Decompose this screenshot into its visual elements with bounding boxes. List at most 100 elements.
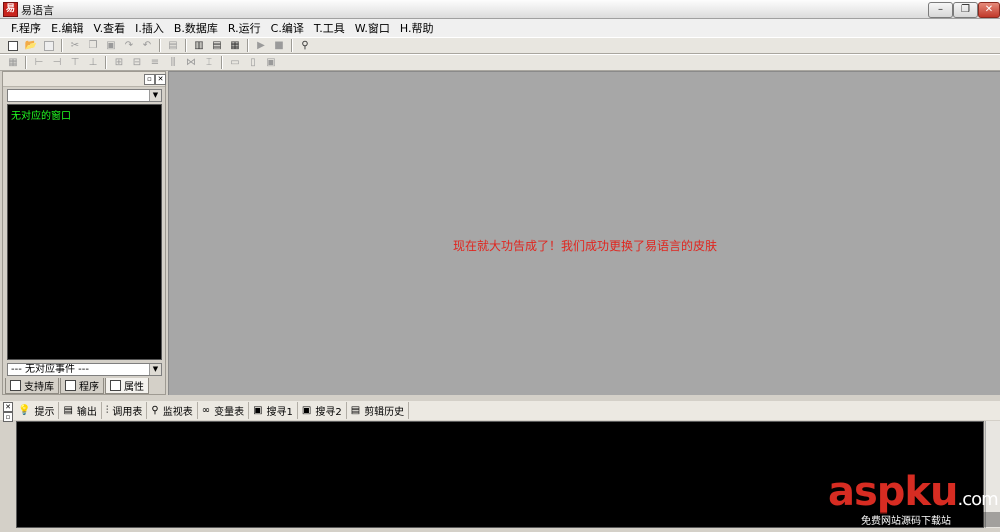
- toolbar-separator: [61, 39, 63, 52]
- toolbar-separator: [247, 39, 249, 52]
- title-bar: 易 易语言 – ❐ ✕: [0, 0, 1000, 19]
- new-file-icon[interactable]: [6, 39, 20, 52]
- event-selector[interactable]: --- 无对应事件 --- ▼: [7, 363, 162, 376]
- app-icon: 易: [3, 2, 18, 17]
- align-left-icon[interactable]: ⊢: [32, 56, 46, 69]
- binoculars-icon[interactable]: ⚲: [298, 39, 312, 52]
- grid-icon[interactable]: ▦: [6, 56, 20, 69]
- redo-icon[interactable]: ↷: [122, 39, 136, 52]
- menu-run[interactable]: R.运行: [223, 20, 266, 36]
- tab-clip-history[interactable]: ▤ 剪辑历史: [347, 402, 410, 419]
- close-button[interactable]: ✕: [978, 2, 1000, 18]
- layout-split-icon[interactable]: ▤: [210, 39, 224, 52]
- main-message: 现在就大功告成了！我们成功更换了易语言的皮肤: [452, 239, 717, 253]
- center-v-icon[interactable]: ⫼: [166, 56, 180, 69]
- menu-bar: F.程序 E.编辑 V.查看 I.插入 B.数据库 R.运行 C.编译 T.工具…: [0, 19, 1000, 37]
- space-h-icon[interactable]: ⋈: [184, 56, 198, 69]
- tab-call-table[interactable]: ⫶ 调用表: [102, 402, 148, 419]
- open-folder-icon[interactable]: 📂: [24, 39, 38, 52]
- menu-view[interactable]: V.查看: [89, 20, 131, 36]
- watermark-tld: .com: [957, 489, 999, 510]
- space-v-icon[interactable]: ⌶: [202, 56, 216, 69]
- chevron-down-icon[interactable]: ▼: [149, 364, 161, 375]
- call-table-icon: ⫶: [105, 405, 109, 416]
- main-workspace[interactable]: 现在就大功告成了！我们成功更换了易语言的皮肤: [168, 71, 1000, 396]
- library-icon: [10, 380, 21, 391]
- tab-properties-label: 属性: [124, 382, 144, 393]
- menu-help[interactable]: H.帮助: [395, 20, 439, 36]
- menu-program[interactable]: F.程序: [6, 20, 46, 36]
- tab-variable-table-label: 变量表: [214, 407, 245, 418]
- tab-output-label: 输出: [76, 407, 97, 418]
- properties-icon: [110, 380, 121, 391]
- chevron-down-icon[interactable]: ▼: [149, 90, 161, 101]
- menu-database[interactable]: B.数据库: [169, 20, 223, 36]
- tab-search2-label: 搜寻2: [315, 407, 342, 418]
- tab-properties[interactable]: 属性: [105, 378, 149, 394]
- toolbar-separator: [105, 56, 107, 69]
- align-right-icon[interactable]: ⊣: [50, 56, 64, 69]
- tab-program[interactable]: 程序: [60, 378, 104, 394]
- stop-icon[interactable]: ■: [272, 39, 286, 52]
- tab-hint[interactable]: 💡 提示: [14, 402, 60, 419]
- left-panel-tabs: 支持库 程序 属性: [5, 378, 150, 394]
- tree-empty-text: 无对应的窗口: [11, 111, 71, 122]
- left-panel: ▫ ✕ ▼ 无对应的窗口 --- 无对应事件 --- ▼ 支持库 程序 属性: [2, 71, 166, 395]
- menu-window[interactable]: W.窗口: [350, 20, 395, 36]
- tab-call-table-label: 调用表: [112, 407, 143, 418]
- panel-close-icon[interactable]: ✕: [155, 74, 166, 85]
- tab-support-library[interactable]: 支持库: [5, 378, 59, 394]
- output-close-icon[interactable]: ✕: [3, 402, 13, 412]
- watermark-subtitle: 免费网站源码下载站: [858, 512, 1000, 527]
- window-selector[interactable]: ▼: [7, 89, 162, 102]
- tab-variable-table[interactable]: ∞ 变量表: [198, 402, 250, 419]
- window-title: 易语言: [21, 4, 54, 17]
- center-h-icon[interactable]: ≡: [148, 56, 162, 69]
- tab-search1-label: 搜寻1: [266, 407, 293, 418]
- toolbar-separator: [25, 56, 27, 69]
- tab-output[interactable]: ▤ 输出: [59, 402, 102, 419]
- undo-icon[interactable]: ↶: [140, 39, 154, 52]
- search2-icon: ▣: [301, 405, 312, 416]
- window-tree[interactable]: 无对应的窗口: [7, 104, 162, 360]
- menu-edit[interactable]: E.编辑: [46, 20, 88, 36]
- output-float-icon[interactable]: ▫: [3, 412, 13, 422]
- same-width-icon[interactable]: ⊞: [112, 56, 126, 69]
- align-bottom-icon[interactable]: ⊥: [86, 56, 100, 69]
- cut-icon[interactable]: ✂: [68, 39, 82, 52]
- variable-icon: ∞: [201, 405, 211, 416]
- output-panel-header: ✕ ▫ 💡 提示 ▤ 输出 ⫶ 调用表 ⚲ 监视表 ∞ 变量表 ▣ 搜寻1 ▣ …: [0, 401, 1000, 422]
- watermark-brand: aspku: [828, 469, 959, 515]
- layout-grid-icon[interactable]: ▦: [228, 39, 242, 52]
- maximize-button[interactable]: ❐: [953, 2, 978, 18]
- tab-search1[interactable]: ▣ 搜寻1: [249, 402, 298, 419]
- menu-tools[interactable]: T.工具: [309, 20, 350, 36]
- align-top-icon[interactable]: ⊤: [68, 56, 82, 69]
- size-h-icon[interactable]: ▭: [228, 56, 242, 69]
- toolbar-separator: [291, 39, 293, 52]
- panel-float-icon[interactable]: ▫: [144, 74, 155, 85]
- paste-icon[interactable]: ▣: [104, 39, 118, 52]
- tab-hint-label: 提示: [34, 407, 55, 418]
- toolbar-separator: [185, 39, 187, 52]
- align-toolbar: ▦ ⊢ ⊣ ⊤ ⊥ ⊞ ⊟ ≡ ⫼ ⋈ ⌶ ▭ ▯ ▣: [0, 54, 1000, 71]
- save-icon[interactable]: [42, 39, 56, 52]
- minimize-button[interactable]: –: [928, 2, 953, 18]
- output-icon: ▤: [63, 405, 73, 416]
- lightbulb-icon: 💡: [18, 405, 31, 416]
- search1-icon: ▣: [253, 405, 263, 416]
- tab-watch-table[interactable]: ⚲ 监视表: [147, 402, 198, 419]
- size-both-icon[interactable]: ▣: [264, 56, 278, 69]
- find-icon[interactable]: ▤: [166, 39, 180, 52]
- menu-insert[interactable]: I.插入: [130, 20, 169, 36]
- magnifier-icon: ⚲: [151, 405, 159, 416]
- tab-search2[interactable]: ▣ 搜寻2: [298, 402, 347, 419]
- clip-history-icon: ▤: [350, 405, 361, 416]
- tab-support-library-label: 支持库: [24, 382, 54, 393]
- same-height-icon[interactable]: ⊟: [130, 56, 144, 69]
- layout-window-icon[interactable]: ▥: [192, 39, 206, 52]
- size-v-icon[interactable]: ▯: [246, 56, 260, 69]
- menu-compile[interactable]: C.编译: [266, 20, 309, 36]
- run-icon[interactable]: ▶: [254, 39, 268, 52]
- copy-icon[interactable]: ❐: [86, 39, 100, 52]
